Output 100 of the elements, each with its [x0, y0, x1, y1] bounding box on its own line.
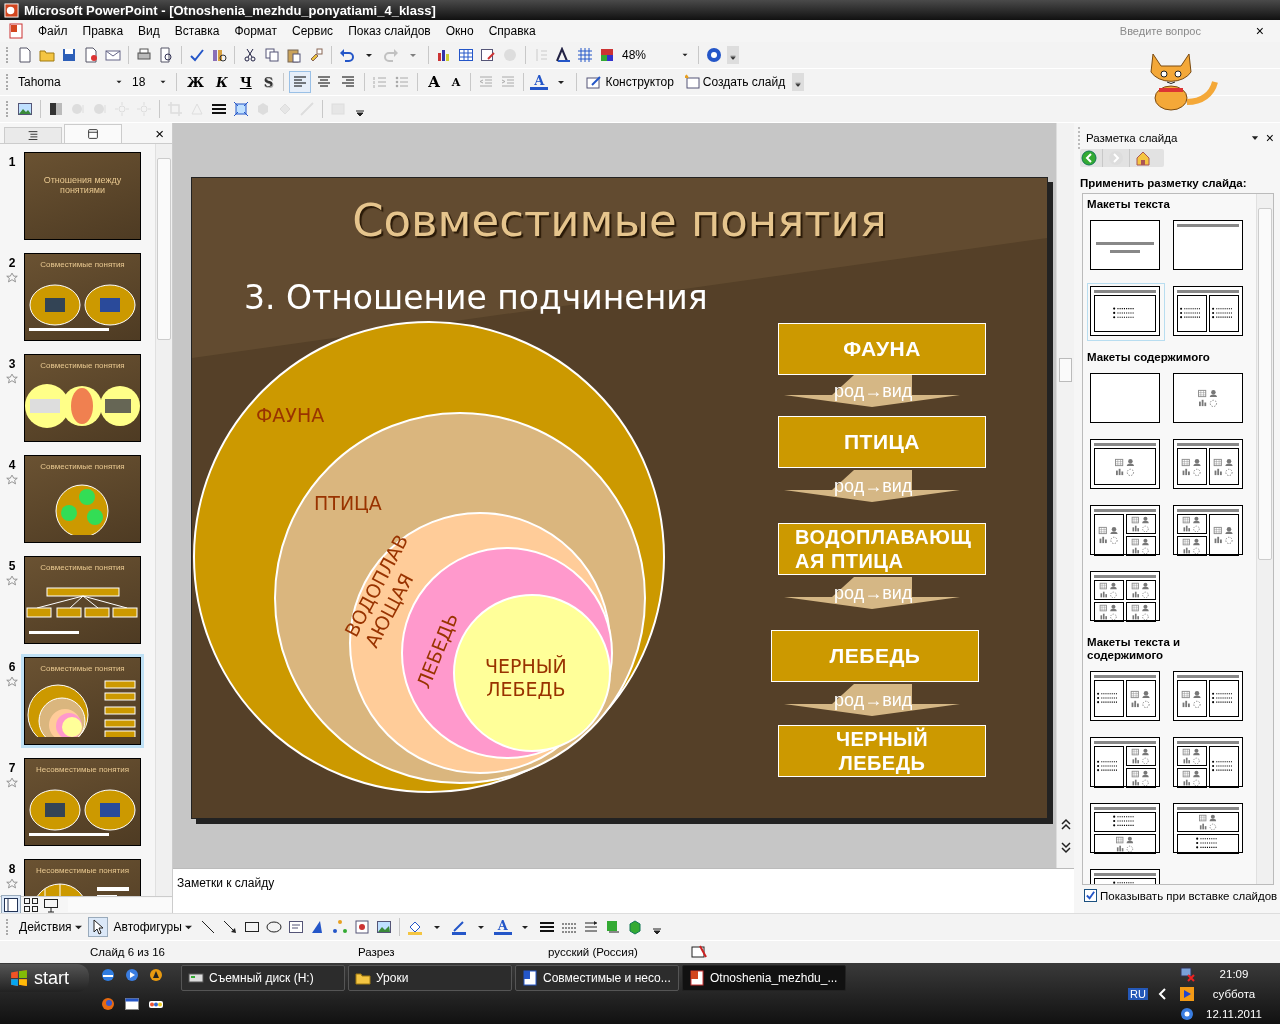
- select-pointer-icon[interactable]: [88, 918, 107, 936]
- font-color-button[interactable]: A: [493, 919, 512, 935]
- cut-icon[interactable]: [241, 46, 259, 64]
- media-player-icon[interactable]: [123, 966, 141, 984]
- taskbar-button[interactable]: Уроки: [348, 965, 512, 991]
- media-play-icon[interactable]: [1178, 985, 1196, 1003]
- menu-item[interactable]: Файл: [32, 24, 77, 38]
- notes-field[interactable]: Заметки к слайду: [175, 875, 479, 891]
- status-text: Слайд 6 из 16: [90, 946, 165, 958]
- design-button[interactable]: Конструктор: [583, 74, 677, 90]
- compress-picture-icon[interactable]: [232, 100, 250, 118]
- text-style-button[interactable]: Ж: [183, 74, 209, 90]
- paste-icon[interactable]: [285, 46, 303, 64]
- print-preview-icon[interactable]: [157, 46, 175, 64]
- align-button[interactable]: [290, 72, 311, 92]
- table-icon[interactable]: [457, 46, 475, 64]
- antivirus-icon[interactable]: [1178, 1005, 1196, 1023]
- slide-thumbnail[interactable]: Совместимые понятия: [24, 354, 141, 442]
- slide-thumbnail[interactable]: Несовместимые понятия: [24, 859, 141, 896]
- clip-art-icon[interactable]: [352, 918, 371, 936]
- taskbar-button[interactable]: Совместимые и несо...: [515, 965, 679, 991]
- permission-icon[interactable]: [82, 46, 100, 64]
- text-style-button[interactable]: S: [259, 74, 278, 90]
- slide-show-icon[interactable]: [42, 896, 60, 914]
- font-color-button[interactable]: A: [530, 74, 549, 90]
- diagram-icon[interactable]: [330, 918, 349, 936]
- close-icon[interactable]: ×: [1265, 130, 1274, 146]
- help-icon[interactable]: [705, 46, 724, 64]
- close-icon[interactable]: ×: [155, 124, 164, 142]
- tables-and-borders-icon[interactable]: [479, 46, 497, 64]
- horizontal-scrollbar[interactable]: [68, 898, 172, 912]
- scrollbar[interactable]: [1256, 194, 1273, 884]
- line-color-icon[interactable]: [449, 918, 468, 936]
- checkbox-label[interactable]: Показывать при вставке слайдов: [1100, 889, 1278, 902]
- layout-option[interactable]: [1087, 283, 1165, 341]
- slide-thumbnail[interactable]: Совместимые понятия: [24, 253, 141, 341]
- oval-icon[interactable]: [264, 918, 283, 936]
- zoom-dropdown[interactable]: 48%: [620, 48, 693, 62]
- new-slide-button[interactable]: Создать слайд: [680, 74, 789, 90]
- app-icon: [4, 2, 19, 18]
- save-icon[interactable]: [60, 46, 78, 64]
- grid-icon[interactable]: [576, 46, 594, 64]
- menu-item[interactable]: Окно: [439, 24, 483, 38]
- back-icon[interactable]: [1080, 149, 1098, 167]
- program-icon[interactable]: [147, 966, 165, 984]
- dropdown-caret-icon[interactable]: [74, 923, 82, 931]
- menu-item[interactable]: Вид: [132, 24, 169, 38]
- normal-view-icon[interactable]: [2, 896, 20, 914]
- increase-font-size-button[interactable]: A: [424, 73, 444, 91]
- document-menu-icon[interactable]: [8, 23, 24, 39]
- menu-item[interactable]: Вставка: [168, 24, 229, 38]
- toolbar-options-icon[interactable]: [727, 46, 740, 64]
- color-grayscale-icon[interactable]: [598, 46, 616, 64]
- slides-tab[interactable]: [64, 124, 122, 143]
- text-style-button[interactable]: Ч: [235, 74, 256, 90]
- color-mode-icon[interactable]: [47, 100, 65, 118]
- scrollbar[interactable]: [1056, 123, 1074, 868]
- slide-thumbnail[interactable]: Совместимые понятия: [24, 455, 141, 543]
- window-icon[interactable]: [123, 995, 141, 1013]
- text-style-button[interactable]: К: [212, 74, 232, 90]
- home-icon[interactable]: [1134, 149, 1152, 167]
- menu-item[interactable]: Сервис: [286, 24, 343, 38]
- slide-thumbnail[interactable]: Совместимые понятия: [24, 556, 141, 644]
- picture-icon[interactable]: [374, 918, 393, 936]
- slide-sorter-icon[interactable]: [22, 896, 40, 914]
- outline-tab[interactable]: [4, 127, 62, 143]
- checkbox[interactable]: [1084, 889, 1097, 902]
- text-box-icon[interactable]: [286, 918, 305, 936]
- decrease-font-size-button[interactable]: A: [447, 75, 465, 89]
- language-indicator[interactable]: RU: [1128, 988, 1148, 1000]
- section-heading: Макеты текста: [1087, 198, 1171, 211]
- slide-thumbnail[interactable]: Несовместимые понятия: [24, 758, 141, 846]
- actions-menu[interactable]: Действия: [16, 920, 85, 934]
- show-formatting-icon[interactable]: [554, 46, 572, 64]
- network-warning-icon[interactable]: [1178, 965, 1196, 983]
- scrollbar-thumb[interactable]: [1059, 358, 1072, 382]
- insert-picture-icon[interactable]: [16, 100, 34, 118]
- menu-item[interactable]: Формат: [228, 24, 287, 38]
- start-button[interactable]: start: [0, 964, 89, 992]
- slide-subtitle: 3. Отношение подчинения: [244, 278, 708, 317]
- taskbar-button[interactable]: Съемный диск (H:): [181, 965, 345, 991]
- scrollbar[interactable]: [155, 144, 172, 896]
- thumbnail-title: Совместимые понятия: [40, 260, 125, 269]
- font-size-dropdown[interactable]: 18: [130, 75, 170, 89]
- browser-icon[interactable]: [99, 966, 117, 984]
- slide-thumbnail[interactable]: Совместимые понятия: [24, 657, 141, 745]
- menu-item[interactable]: Справка: [482, 24, 545, 38]
- firefox-icon[interactable]: [99, 995, 117, 1013]
- dropdown-caret-icon[interactable]: [184, 923, 192, 931]
- spelling-status-icon[interactable]: [690, 943, 708, 961]
- autoshapes-menu[interactable]: Автофигуры: [110, 920, 195, 934]
- slide-thumbnail[interactable]: Отношения между понятиями: [24, 152, 141, 240]
- menu-item[interactable]: Показ слайдов: [342, 24, 440, 38]
- taskbar-button[interactable]: Otnoshenia_mezhdu_...: [682, 965, 846, 991]
- help-question-field[interactable]: Введите вопрос: [1117, 24, 1250, 38]
- copy-icon[interactable]: [263, 46, 281, 64]
- font-dropdown[interactable]: Tahoma: [16, 75, 126, 89]
- toolbar-options-icon[interactable]: [792, 73, 805, 91]
- close-icon[interactable]: ×: [1255, 23, 1264, 39]
- menu-item[interactable]: Правка: [76, 24, 133, 38]
